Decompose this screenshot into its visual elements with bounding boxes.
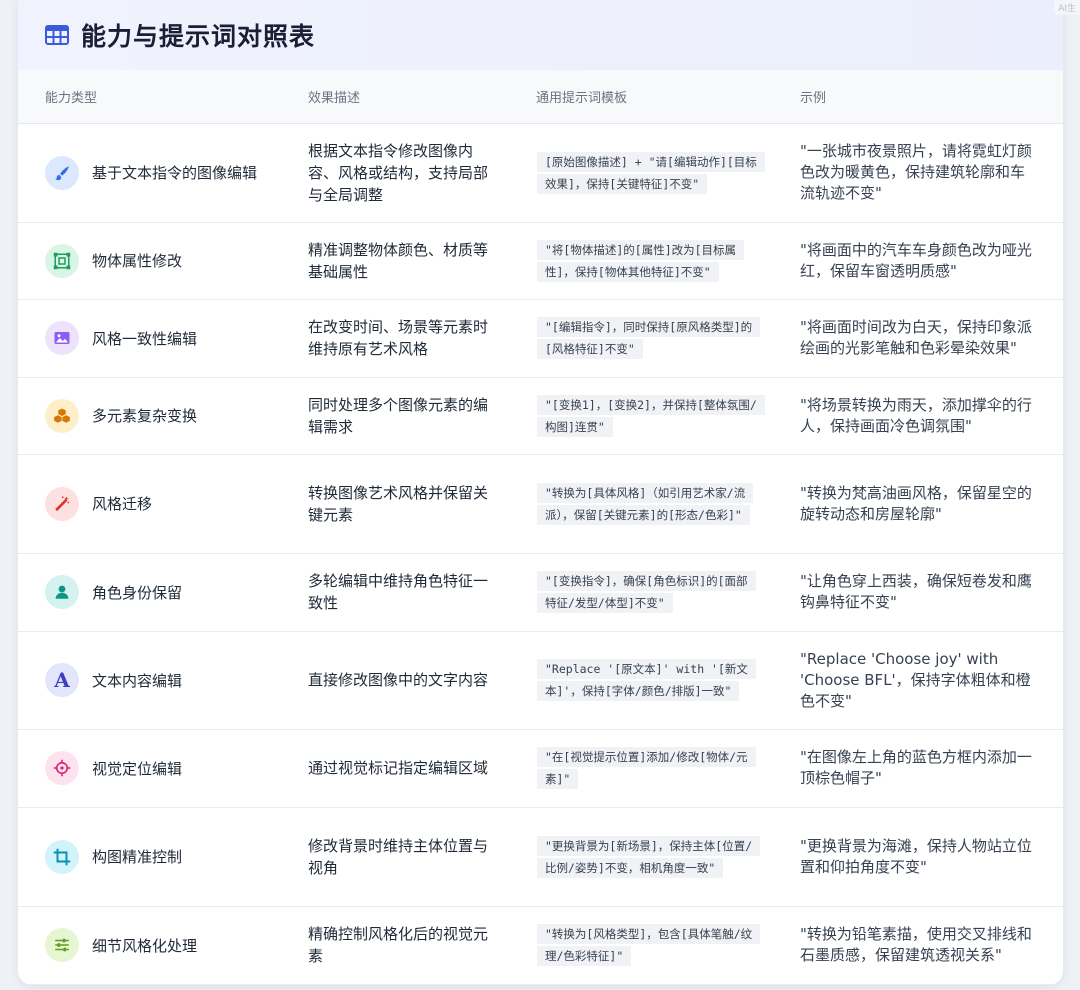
table-row: 基于文本指令的图像编辑 根据文本指令修改图像内容、风格或结构，支持局部与全局调整 [… — [18, 123, 1063, 222]
prompt-template-code: "更换背景为[新场景]，保持主体[位置/比例/姿势]不变，相机角度一致" — [537, 835, 761, 878]
ai-watermark: AI生 — [1054, 0, 1080, 15]
prompt-template-code: "转换为[具体风格]（如引用艺术家/流派），保留[关键元素]的[形态/色彩]" — [537, 482, 754, 525]
column-header-description: 效果描述 — [281, 70, 509, 124]
example-cell: "转换为梵高油画风格，保留星空的旋转动态和房屋轮廓" — [800, 483, 1032, 523]
example-cell: "将画面时间改为白天，保持印象派绘画的光影笔触和色彩晕染效果" — [800, 318, 1032, 357]
capability-cell: 物体属性修改 — [18, 222, 281, 299]
example-cell: "将画面中的汽车车身颜色改为哑光红，保留车窗透明质感" — [800, 240, 1032, 280]
capability-name: 视觉定位编辑 — [92, 759, 183, 778]
template-cell: "在[视觉提示位置]添加/修改[物体/元素]" — [509, 729, 773, 807]
prompt-template-code: "[变换指令]，确保[角色标识]的[面部特征/发型/体型]不变" — [537, 571, 756, 613]
template-cell: "更换背景为[新场景]，保持主体[位置/比例/姿势]不变，相机角度一致" — [509, 807, 773, 906]
page-title: 能力与提示词对照表 — [81, 22, 316, 51]
image-icon — [45, 321, 79, 355]
capability-name: 文本内容编辑 — [92, 671, 183, 690]
template-cell: "转换为[具体风格]（如引用艺术家/流派），保留[关键元素]的[形态/色彩]" — [509, 454, 773, 553]
table-row: 视觉定位编辑 通过视觉标记指定编辑区域 "在[视觉提示位置]添加/修改[物体/元素]… — [18, 729, 1063, 807]
prompt-template-code: "转换为[风格类型]，包含[具体笔触/纹理/色彩特征]" — [537, 924, 761, 966]
table-header-row: 能力类型 效果描述 通用提示词模板 示例 — [18, 70, 1063, 124]
template-cell: "转换为[风格类型]，包含[具体笔触/纹理/色彩特征]" — [509, 906, 773, 984]
table-row: 风格一致性编辑 在改变时间、场景等元素时维持原有艺术风格 "[编辑指令]，同时保持[… — [18, 299, 1063, 377]
capability-cell: 视觉定位编辑 — [18, 729, 281, 807]
template-cell: "将[物体描述]的[属性]改为[目标属性]，保持[物体其他特征]不变" — [509, 222, 773, 299]
description-cell: 同时处理多个图像元素的编辑需求 — [308, 395, 489, 436]
capability-cell: A 文本内容编辑 — [18, 631, 281, 729]
object-frame-icon — [45, 243, 79, 278]
column-header-template: 通用提示词模板 — [509, 70, 773, 124]
capability-cell: 基于文本指令的图像编辑 — [18, 123, 281, 222]
capability-cell: 风格一致性编辑 — [18, 299, 281, 377]
prompt-template-code: "[编辑指令]，同时保持[原风格类型]的[风格特征]不变" — [537, 317, 761, 359]
table-row: 细节风格化处理 精确控制风格化后的视觉元素 "转换为[风格类型]，包含[具体笔触/纹… — [18, 906, 1063, 984]
capability-cell: 细节风格化处理 — [18, 906, 281, 984]
prompt-template-code: "[变换1]，[变换2]，并保持[整体氛围/构图]连贯" — [537, 394, 765, 437]
crosshair-icon — [45, 751, 79, 785]
capability-cell: 多元素复杂变换 — [18, 377, 281, 454]
capability-name: 细节风格化处理 — [92, 936, 198, 955]
brush-icon — [45, 155, 79, 190]
description-cell: 在改变时间、场景等元素时维持原有艺术风格 — [308, 318, 489, 358]
column-header-capability: 能力类型 — [18, 70, 281, 124]
table-row: 角色身份保留 多轮编辑中维持角色特征一致性 "[变换指令]，确保[角色标识]的[面部… — [18, 553, 1063, 631]
example-cell: "转换为铅笔素描，使用交叉排线和石墨质感，保留建筑透视关系" — [800, 925, 1032, 964]
example-cell: "在图像左上角的蓝色方框内添加一顶棕色帽子" — [800, 748, 1032, 787]
capability-cell: 构图精准控制 — [18, 807, 281, 906]
template-cell: "[变换指令]，确保[角色标识]的[面部特征/发型/体型]不变" — [509, 553, 773, 631]
description-cell: 根据文本指令修改图像内容、风格或结构，支持局部与全局调整 — [308, 141, 489, 204]
table-grid-icon — [45, 25, 69, 45]
prompt-template-code: "将[物体描述]的[属性]改为[目标属性]，保持[物体其他特征]不变" — [537, 239, 745, 282]
capability-name: 多元素复杂变换 — [92, 407, 198, 425]
table-row: 风格迁移 转换图像艺术风格并保留关键元素 "转换为[具体风格]（如引用艺术家/流派）… — [18, 454, 1063, 553]
prompt-template-code: "在[视觉提示位置]添加/修改[物体/元素]" — [537, 747, 756, 789]
table-row: 多元素复杂变换 同时处理多个图像元素的编辑需求 "[变换1]，[变换2]，并保持[整… — [18, 377, 1063, 454]
template-cell: "[变换1]，[变换2]，并保持[整体氛围/构图]连贯" — [509, 377, 773, 454]
template-cell: "[编辑指令]，同时保持[原风格类型]的[风格特征]不变" — [509, 299, 773, 377]
example-cell: "Replace 'Choose joy' with 'Choose BFL'，… — [800, 649, 1031, 710]
capability-table: 能力类型 效果描述 通用提示词模板 示例 基于文本指令的图像编辑 根据文本指令修改… — [18, 70, 1063, 985]
example-cell: "一张城市夜景照片，请将霓虹灯颜色改为暖黄色，保持建筑轮廓和车流轨迹不变" — [800, 142, 1032, 202]
magic-wand-icon — [45, 486, 79, 521]
description-cell: 多轮编辑中维持角色特征一致性 — [308, 572, 489, 612]
example-cell: "让角色穿上西装，确保短卷发和鹰钩鼻特征不变" — [800, 572, 1032, 611]
capability-name: 基于文本指令的图像编辑 — [92, 164, 258, 182]
sliders-icon — [45, 928, 79, 962]
description-cell: 精确控制风格化后的视觉元素 — [308, 925, 489, 965]
prompt-template-code: [原始图像描述] + "请[编辑动作][目标效果]，保持[关键特征]不变" — [537, 151, 765, 194]
capability-name: 风格迁移 — [92, 495, 153, 513]
crop-icon — [45, 839, 79, 874]
template-cell: "Replace '[原文本]' with '[新文本]'，保持[字体/颜色/排… — [509, 631, 773, 729]
capability-name: 角色身份保留 — [92, 583, 183, 602]
table-row: A 文本内容编辑 直接修改图像中的文字内容 "Replace '[原文本]' with… — [18, 631, 1063, 729]
description-cell: 直接修改图像中的文字内容 — [308, 671, 489, 689]
capability-cell: 角色身份保留 — [18, 553, 281, 631]
description-cell: 精准调整物体颜色、材质等基础属性 — [308, 240, 489, 281]
description-cell: 转换图像艺术风格并保留关键元素 — [308, 483, 489, 524]
prompt-template-code: "Replace '[原文本]' with '[新文本]'，保持[字体/颜色/排… — [537, 659, 756, 701]
description-cell: 修改背景时维持主体位置与视角 — [308, 836, 489, 877]
capability-name: 风格一致性编辑 — [92, 329, 198, 348]
table-row: 构图精准控制 修改背景时维持主体位置与视角 "更换背景为[新场景]，保持主体[位置/… — [18, 807, 1063, 906]
comparison-card: 能力与提示词对照表 能力类型 效果描述 通用提示词模板 示例 基于文本指令的图像… — [18, 0, 1063, 985]
description-cell: 通过视觉标记指定编辑区域 — [308, 759, 489, 777]
column-header-example: 示例 — [773, 70, 1063, 124]
cubes-icon — [45, 398, 79, 433]
capability-name: 物体属性修改 — [92, 252, 183, 270]
letter-a-icon: A — [45, 663, 79, 697]
card-header: 能力与提示词对照表 — [18, 0, 1063, 70]
example-cell: "将场景转换为雨天，添加撑伞的行人，保持画面冷色调氛围" — [800, 395, 1032, 435]
table-row: 物体属性修改 精准调整物体颜色、材质等基础属性 "将[物体描述]的[属性]改为[目标… — [18, 222, 1063, 299]
template-cell: [原始图像描述] + "请[编辑动作][目标效果]，保持[关键特征]不变" — [509, 123, 773, 222]
capability-cell: 风格迁移 — [18, 454, 281, 553]
user-icon — [45, 575, 79, 609]
example-cell: "更换背景为海滩，保持人物站立位置和仰拍角度不变" — [800, 836, 1032, 876]
capability-name: 构图精准控制 — [92, 848, 183, 866]
